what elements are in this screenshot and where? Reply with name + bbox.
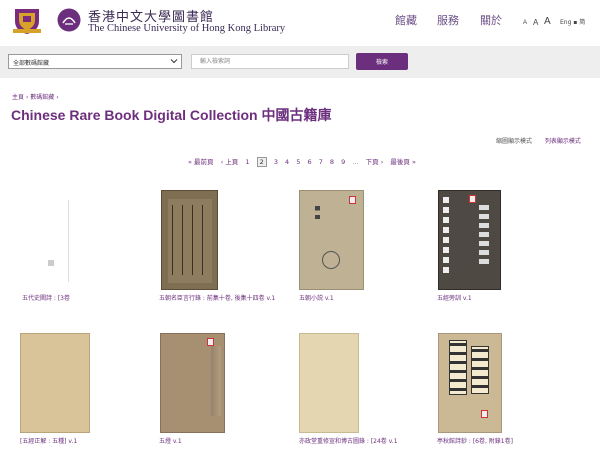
library-label-icon (469, 195, 476, 203)
pagination: « 最前頁 ‹ 上頁 1 2 3 4 5 6 7 8 9 ... 下頁 › 最後… (188, 156, 421, 167)
cover-title-label (471, 346, 489, 394)
book-title-link[interactable]: 五燈 v.1 (159, 437, 269, 447)
book-title-link[interactable]: 亭秋館詩鈔 : [6卷, 附錄1卷] (437, 437, 557, 447)
list-view-link[interactable]: 列表顯示模式 (545, 138, 581, 145)
search-bar: 全部數碼館藏 檢索 (0, 46, 600, 78)
nav-about[interactable]: 關於 (480, 12, 502, 28)
font-size-small[interactable]: A (523, 20, 527, 26)
nav-services[interactable]: 服務 (437, 12, 459, 28)
cover-title-text (315, 206, 320, 228)
page-link-8[interactable]: 8 (330, 158, 334, 166)
font-size-large[interactable]: A (544, 16, 551, 27)
cuhk-crest-icon[interactable] (11, 5, 43, 35)
thumbnail-view-link[interactable]: 縮圖顯示模式 (496, 138, 532, 145)
prev-page-link[interactable]: ‹ 上頁 (221, 156, 239, 166)
page-title: Chinese Rare Book Digital Collection 中國古… (11, 107, 332, 123)
book-title-link[interactable]: 五代史闕詩 : [3卷 (22, 294, 137, 304)
breadcrumb-home[interactable]: 主頁 (12, 94, 24, 101)
search-input[interactable] (191, 54, 349, 69)
book-thumbnail[interactable] (438, 333, 502, 433)
book-title-link[interactable]: [五經正解 : 五種] v.1 (20, 437, 135, 447)
language-switch[interactable]: Eng ▪ 简 (560, 17, 585, 26)
book-title-link[interactable]: 五朝小説 v.1 (299, 294, 409, 304)
library-name-en: The Chinese University of Hong Kong Libr… (88, 23, 286, 34)
page-link-4[interactable]: 4 (285, 158, 289, 166)
cover-title-label (449, 340, 467, 395)
view-mode-switch: 縮圖顯示模式 列表顯示模式 (496, 136, 581, 145)
book-title-link[interactable]: 五經旁訓 v.1 (437, 294, 547, 304)
first-page-link[interactable]: « 最前頁 (188, 156, 214, 166)
main-content: 主頁 › 數碼館藏 › Chinese Rare Book Digital Co… (6, 80, 594, 454)
book-thumbnail[interactable] (299, 190, 364, 290)
collection-select[interactable]: 全部數碼館藏 (8, 54, 182, 69)
chevron-down-icon (170, 59, 178, 64)
last-page-link[interactable]: 最後頁 » (390, 156, 416, 166)
library-logo-icon[interactable] (57, 8, 81, 32)
book-title-link[interactable]: 五朝名臣言行錄 : 前集十卷, 後集十四卷 v.1 (159, 294, 277, 304)
search-button[interactable]: 檢索 (356, 53, 408, 70)
page-link-1[interactable]: 1 (245, 158, 249, 166)
library-seal-icon (322, 251, 340, 269)
page-link-7[interactable]: 7 (319, 158, 323, 166)
next-page-link[interactable]: 下頁 › (366, 156, 384, 166)
breadcrumb-digital-collections[interactable]: 數碼館藏 (30, 94, 54, 101)
book-thumbnail[interactable] (299, 333, 359, 433)
page-link-3[interactable]: 3 (274, 158, 278, 166)
book-thumbnail[interactable] (160, 333, 225, 433)
book-thumbnail[interactable] (18, 190, 80, 290)
nav-collections[interactable]: 館藏 (395, 12, 417, 28)
font-size-medium[interactable]: A (533, 18, 538, 27)
page-link-5[interactable]: 5 (296, 158, 300, 166)
book-title-link[interactable]: 亦政堂重修宣和博古圖錄 : [24卷 v.1 (299, 437, 424, 447)
book-thumbnail[interactable] (20, 333, 90, 433)
page-link-6[interactable]: 6 (307, 158, 311, 166)
page-link-9[interactable]: 9 (341, 158, 345, 166)
library-label-icon (349, 196, 356, 204)
site-header: 香港中文大學圖書館 The Chinese University of Hong… (0, 0, 600, 44)
page-link-current: 2 (256, 157, 267, 167)
book-thumbnail[interactable] (438, 190, 501, 290)
library-label-icon (207, 338, 214, 346)
collection-select-value: 全部數碼館藏 (13, 60, 50, 67)
library-label-icon (481, 410, 488, 418)
breadcrumb-separator: › (56, 94, 59, 101)
pagination-ellipsis: ... (352, 158, 359, 166)
breadcrumb: 主頁 › 數碼館藏 › (12, 92, 59, 101)
book-thumbnail[interactable] (161, 190, 218, 290)
